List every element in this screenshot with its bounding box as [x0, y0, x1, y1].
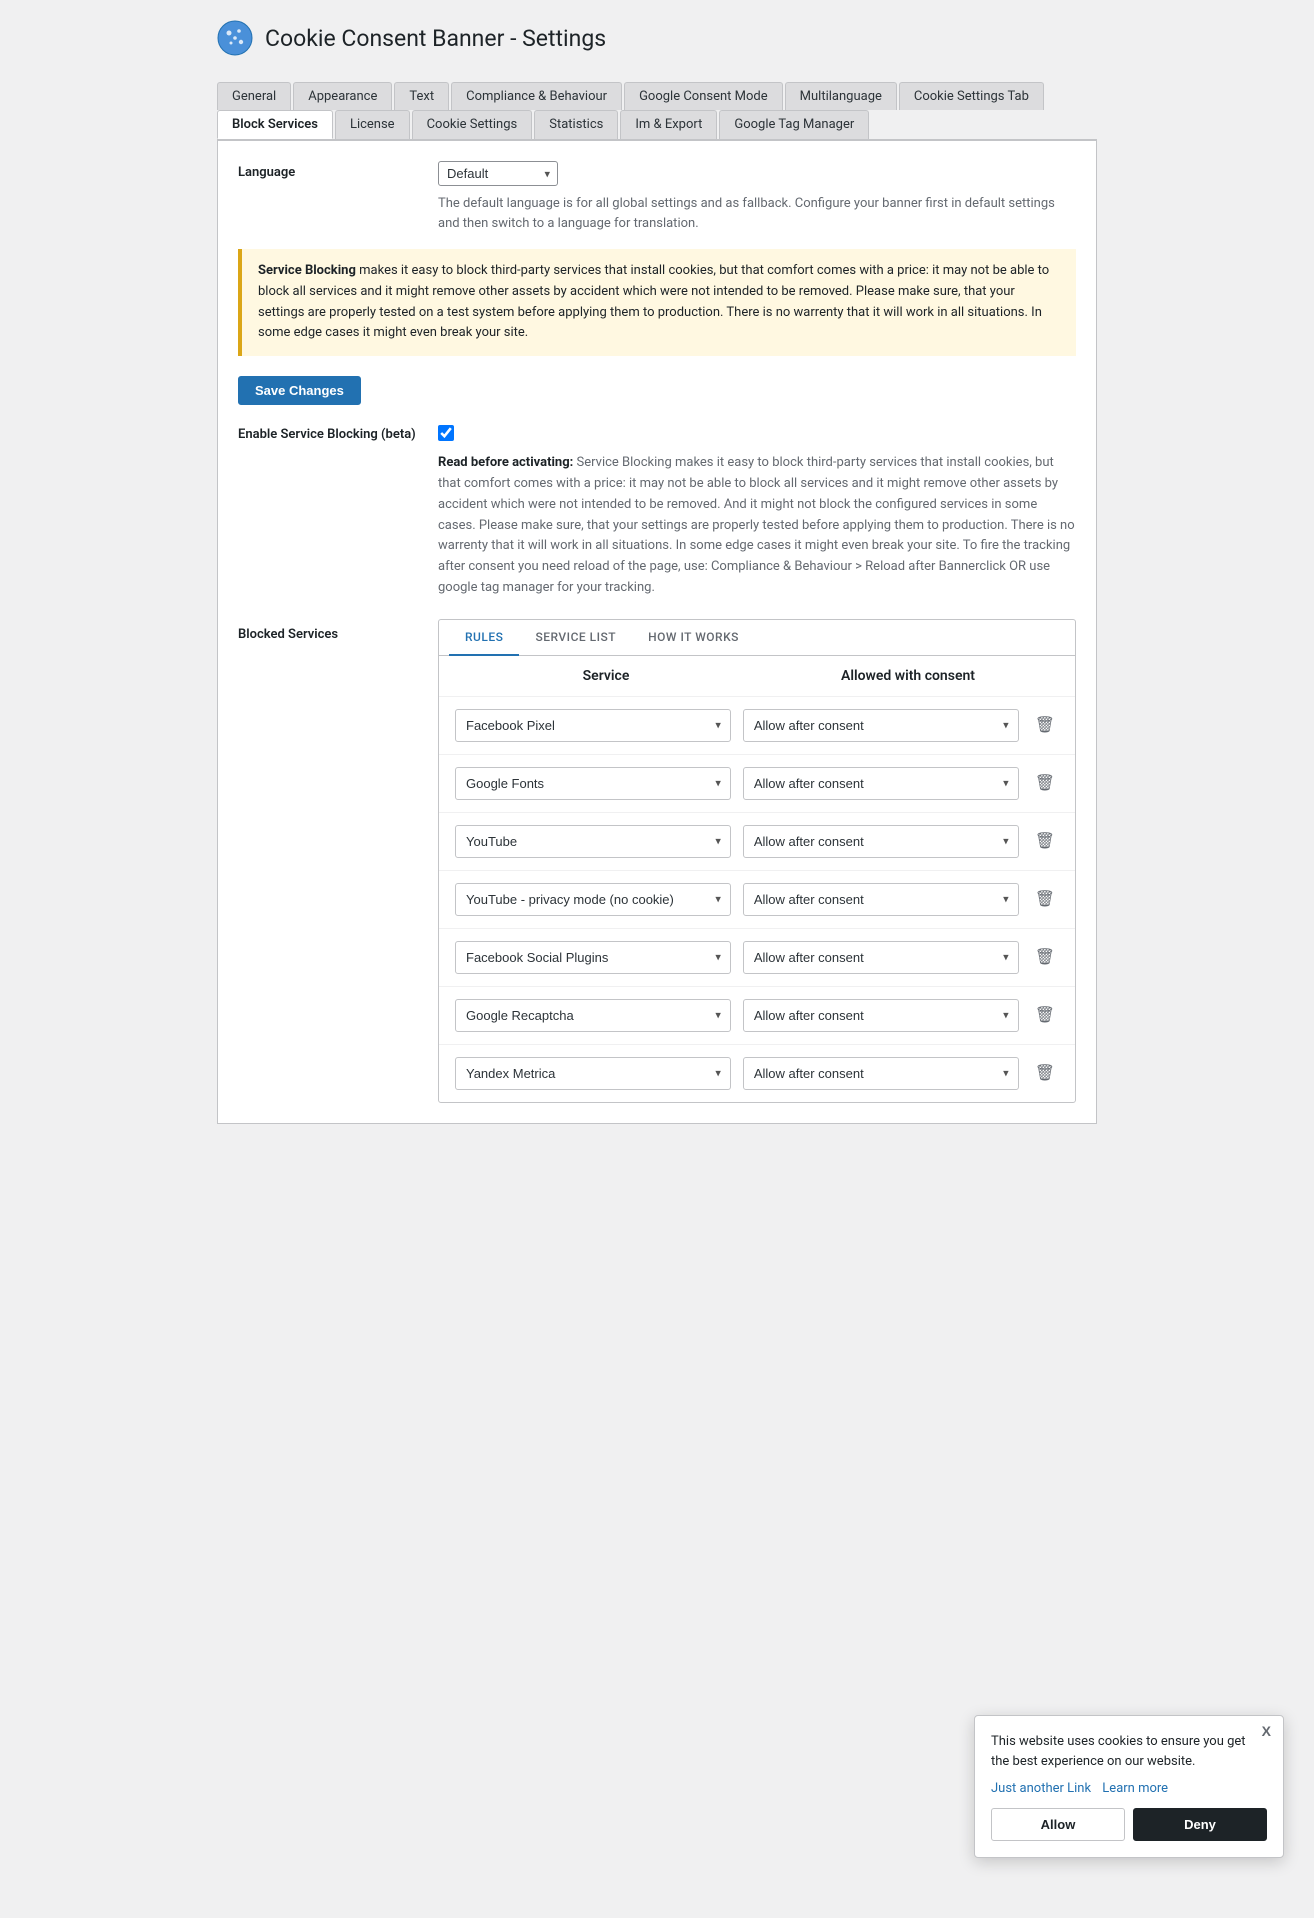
consent-select-wrapper-0[interactable]: Allow after consent Always allow Block a… [743, 709, 1019, 742]
consent-select-3[interactable]: Allow after consent Always allow Block a… [743, 883, 1019, 916]
page-header: Cookie Consent Banner - Settings [217, 20, 1097, 56]
service-select-0[interactable]: Facebook Pixel Google Fonts YouTube [455, 709, 731, 742]
tab-compliance[interactable]: Compliance & Behaviour [451, 82, 622, 110]
service-select-wrapper-6[interactable]: Yandex Metrica Facebook Pixel YouTube [455, 1057, 731, 1090]
cookie-icon [217, 20, 253, 56]
consent-select-0[interactable]: Allow after consent Always allow Block a… [743, 709, 1019, 742]
service-select-6[interactable]: Yandex Metrica Facebook Pixel YouTube [455, 1057, 731, 1090]
consent-select-4[interactable]: Allow after consent Always allow Block a… [743, 941, 1019, 974]
service-select-2[interactable]: YouTube Facebook Pixel Google Fonts [455, 825, 731, 858]
consent-select-wrapper-1[interactable]: Allow after consent Always allow Block a… [743, 767, 1019, 800]
table-row: Google Fonts Facebook Pixel YouTube Allo… [439, 754, 1075, 812]
inner-tabs: RULES SERVICE LIST HOW IT WORKS [439, 620, 1075, 656]
warning-box: Service Blocking makes it easy to block … [238, 249, 1076, 356]
table-row: YouTube - privacy mode (no cookie) YouTu… [439, 870, 1075, 928]
enable-service-blocking-label: Enable Service Blocking (beta) [238, 425, 438, 442]
save-changes-button[interactable]: Save Changes [238, 376, 361, 405]
blocked-services-table: RULES SERVICE LIST HOW IT WORKS Service … [438, 619, 1076, 1103]
tab-google-consent[interactable]: Google Consent Mode [624, 82, 783, 110]
tab-google-tag-manager[interactable]: Google Tag Manager [719, 110, 869, 139]
language-select-wrapper[interactable]: Default English German French [438, 161, 558, 186]
table-row: Yandex Metrica Facebook Pixel YouTube Al… [439, 1044, 1075, 1102]
delete-button-4[interactable]: 🗑 [1031, 943, 1059, 971]
inner-tab-how-it-works[interactable]: HOW IT WORKS [632, 620, 755, 656]
warning-text: makes it easy to block third-party servi… [258, 263, 1049, 340]
tabs-row-1: General Appearance Text Compliance & Beh… [217, 74, 1097, 140]
tab-general[interactable]: General [217, 82, 291, 110]
read-before-content: Service Blocking makes it easy to block … [438, 455, 1075, 595]
language-row: Language Default English German French T… [238, 161, 1076, 233]
service-table-header: Service Allowed with consent [439, 656, 1075, 696]
cookie-consent-popup: X This website uses cookies to ensure yo… [974, 1715, 1284, 1858]
language-description: The default language is for all global s… [438, 194, 1076, 233]
consent-select-wrapper-5[interactable]: Allow after consent Always allow Block a… [743, 999, 1019, 1032]
tab-license[interactable]: License [335, 110, 410, 139]
cookie-popup-links: Just another Link Learn more [991, 1781, 1267, 1796]
enable-service-blocking-row: Enable Service Blocking (beta) Read befo… [238, 425, 1076, 599]
delete-button-3[interactable]: 🗑 [1031, 885, 1059, 913]
service-select-wrapper-3[interactable]: YouTube - privacy mode (no cookie) YouTu… [455, 883, 731, 916]
consent-select-1[interactable]: Allow after consent Always allow Block a… [743, 767, 1019, 800]
language-label: Language [238, 161, 438, 180]
service-select-3[interactable]: YouTube - privacy mode (no cookie) YouTu… [455, 883, 731, 916]
table-row: Facebook Social Plugins Facebook Pixel Y… [439, 928, 1075, 986]
delete-button-5[interactable]: 🗑 [1031, 1001, 1059, 1029]
tab-text[interactable]: Text [394, 82, 449, 110]
content-area: Language Default English German French T… [217, 140, 1097, 1124]
tab-cookie-settings-tab[interactable]: Cookie Settings Tab [899, 82, 1044, 110]
consent-select-wrapper-3[interactable]: Allow after consent Always allow Block a… [743, 883, 1019, 916]
table-row: Facebook Pixel Google Fonts YouTube Allo… [439, 696, 1075, 754]
warning-bold: Service Blocking [258, 263, 356, 278]
delete-button-0[interactable]: 🗑 [1031, 711, 1059, 739]
blocked-services-label: Blocked Services [238, 619, 438, 642]
read-before-text: Read before activating: Service Blocking… [438, 453, 1076, 599]
consent-select-wrapper-6[interactable]: Allow after consent Always allow Block a… [743, 1057, 1019, 1090]
tab-im-export[interactable]: Im & Export [620, 110, 717, 139]
service-select-wrapper-1[interactable]: Google Fonts Facebook Pixel YouTube [455, 767, 731, 800]
language-field: Default English German French The defaul… [438, 161, 1076, 233]
service-select-1[interactable]: Google Fonts Facebook Pixel YouTube [455, 767, 731, 800]
enable-service-blocking-checkbox[interactable] [438, 425, 454, 441]
service-select-4[interactable]: Facebook Social Plugins Facebook Pixel Y… [455, 941, 731, 974]
tab-appearance[interactable]: Appearance [293, 82, 392, 110]
tab-block-services[interactable]: Block Services [217, 110, 333, 139]
enable-service-blocking-field: Read before activating: Service Blocking… [438, 425, 1076, 599]
inner-tab-rules[interactable]: RULES [449, 620, 519, 656]
service-select-wrapper-2[interactable]: YouTube Facebook Pixel Google Fonts [455, 825, 731, 858]
delete-button-6[interactable]: 🗑 [1031, 1059, 1059, 1087]
consent-select-2[interactable]: Allow after consent Always allow Block a… [743, 825, 1019, 858]
read-before-label: Read before activating: [438, 455, 573, 470]
delete-button-2[interactable]: 🗑 [1031, 827, 1059, 855]
cookie-popup-close-button[interactable]: X [1262, 1724, 1271, 1738]
blocked-services-row: Blocked Services RULES SERVICE LIST HOW … [238, 619, 1076, 1103]
tab-multilanguage[interactable]: Multilanguage [785, 82, 897, 110]
cookie-deny-button[interactable]: Deny [1133, 1808, 1267, 1841]
cookie-popup-link2[interactable]: Learn more [1102, 1781, 1168, 1796]
col-service-header: Service [455, 668, 757, 684]
cookie-popup-link1[interactable]: Just another Link [991, 1781, 1091, 1796]
page-title: Cookie Consent Banner - Settings [265, 25, 606, 52]
col-consent-header: Allowed with consent [757, 668, 1059, 684]
table-row: Google Recaptcha Facebook Pixel YouTube … [439, 986, 1075, 1044]
cookie-popup-text: This website uses cookies to ensure you … [991, 1732, 1267, 1771]
cookie-popup-buttons: Allow Deny [991, 1808, 1267, 1841]
table-row: YouTube Facebook Pixel Google Fonts Allo… [439, 812, 1075, 870]
delete-button-1[interactable]: 🗑 [1031, 769, 1059, 797]
consent-select-5[interactable]: Allow after consent Always allow Block a… [743, 999, 1019, 1032]
tab-cookie-settings[interactable]: Cookie Settings [412, 110, 533, 139]
service-select-wrapper-5[interactable]: Google Recaptcha Facebook Pixel YouTube [455, 999, 731, 1032]
service-select-5[interactable]: Google Recaptcha Facebook Pixel YouTube [455, 999, 731, 1032]
tab-statistics[interactable]: Statistics [534, 110, 618, 139]
consent-select-wrapper-2[interactable]: Allow after consent Always allow Block a… [743, 825, 1019, 858]
service-select-wrapper-0[interactable]: Facebook Pixel Google Fonts YouTube [455, 709, 731, 742]
consent-select-6[interactable]: Allow after consent Always allow Block a… [743, 1057, 1019, 1090]
consent-select-wrapper-4[interactable]: Allow after consent Always allow Block a… [743, 941, 1019, 974]
inner-tab-service-list[interactable]: SERVICE LIST [519, 620, 632, 656]
service-select-wrapper-4[interactable]: Facebook Social Plugins Facebook Pixel Y… [455, 941, 731, 974]
language-select[interactable]: Default English German French [438, 161, 558, 186]
cookie-allow-button[interactable]: Allow [991, 1808, 1125, 1841]
